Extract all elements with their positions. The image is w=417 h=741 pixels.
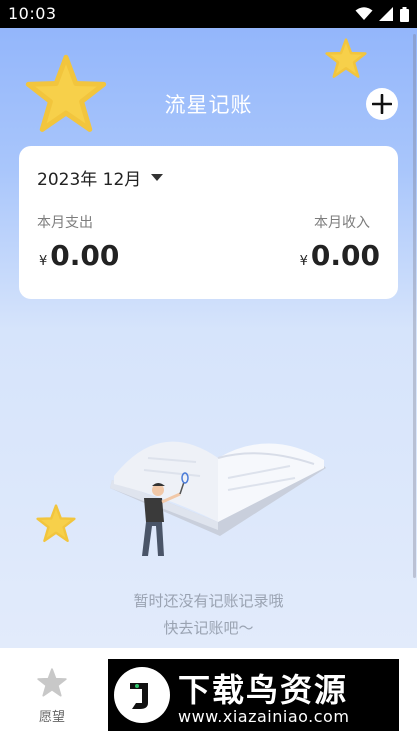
app-screen: 10:03 流星记账 2023年 12月 本月支出 本月收入 ¥ 0.00 ¥ … <box>0 0 417 741</box>
monthly-summary-card: 2023年 12月 本月支出 本月收入 ¥ 0.00 ¥ 0.00 <box>19 146 398 299</box>
app-title: 流星记账 <box>164 93 253 117</box>
income-currency: ¥ <box>299 254 308 269</box>
plus-icon <box>372 94 392 114</box>
income-value: 0.00 <box>310 239 380 272</box>
add-record-button[interactable] <box>366 88 398 120</box>
star-decoration-bottom <box>36 504 76 542</box>
month-selector[interactable]: 2023年 12月 <box>37 165 164 190</box>
wifi-icon <box>355 7 373 20</box>
watermark-banner: 下载鸟资源 www.xiazainiao.com <box>108 659 399 731</box>
income-amount: ¥ 0.00 <box>300 239 380 272</box>
star-icon <box>37 668 67 697</box>
expense-label: 本月支出 <box>37 215 93 231</box>
nav-item-wish[interactable]: 愿望 <box>20 668 84 725</box>
nav-item-label: 愿望 <box>38 710 65 725</box>
empty-message-line2: 快去记账吧～ <box>163 619 254 637</box>
month-label: 2023年 12月 <box>37 170 142 190</box>
status-time: 10:03 <box>8 4 57 23</box>
expense-amount: ¥ 0.00 <box>39 239 119 272</box>
income-label: 本月收入 <box>314 215 370 231</box>
status-icons <box>355 6 409 22</box>
empty-message-line1: 暂时还没有记账记录哦 <box>133 592 284 610</box>
caret-down-icon <box>151 173 164 181</box>
bird-logo-icon <box>114 667 170 723</box>
watermark-title: 下载鸟资源 <box>178 671 349 709</box>
empty-book-illustration <box>110 441 326 556</box>
expense-value: 0.00 <box>50 239 120 272</box>
battery-icon <box>400 6 409 22</box>
signal-icon <box>379 7 393 21</box>
watermark-url: www.xiazainiao.com <box>178 707 350 726</box>
status-bar: 10:03 <box>0 0 417 28</box>
star-decoration-small <box>325 38 367 78</box>
expense-currency: ¥ <box>39 254 48 269</box>
